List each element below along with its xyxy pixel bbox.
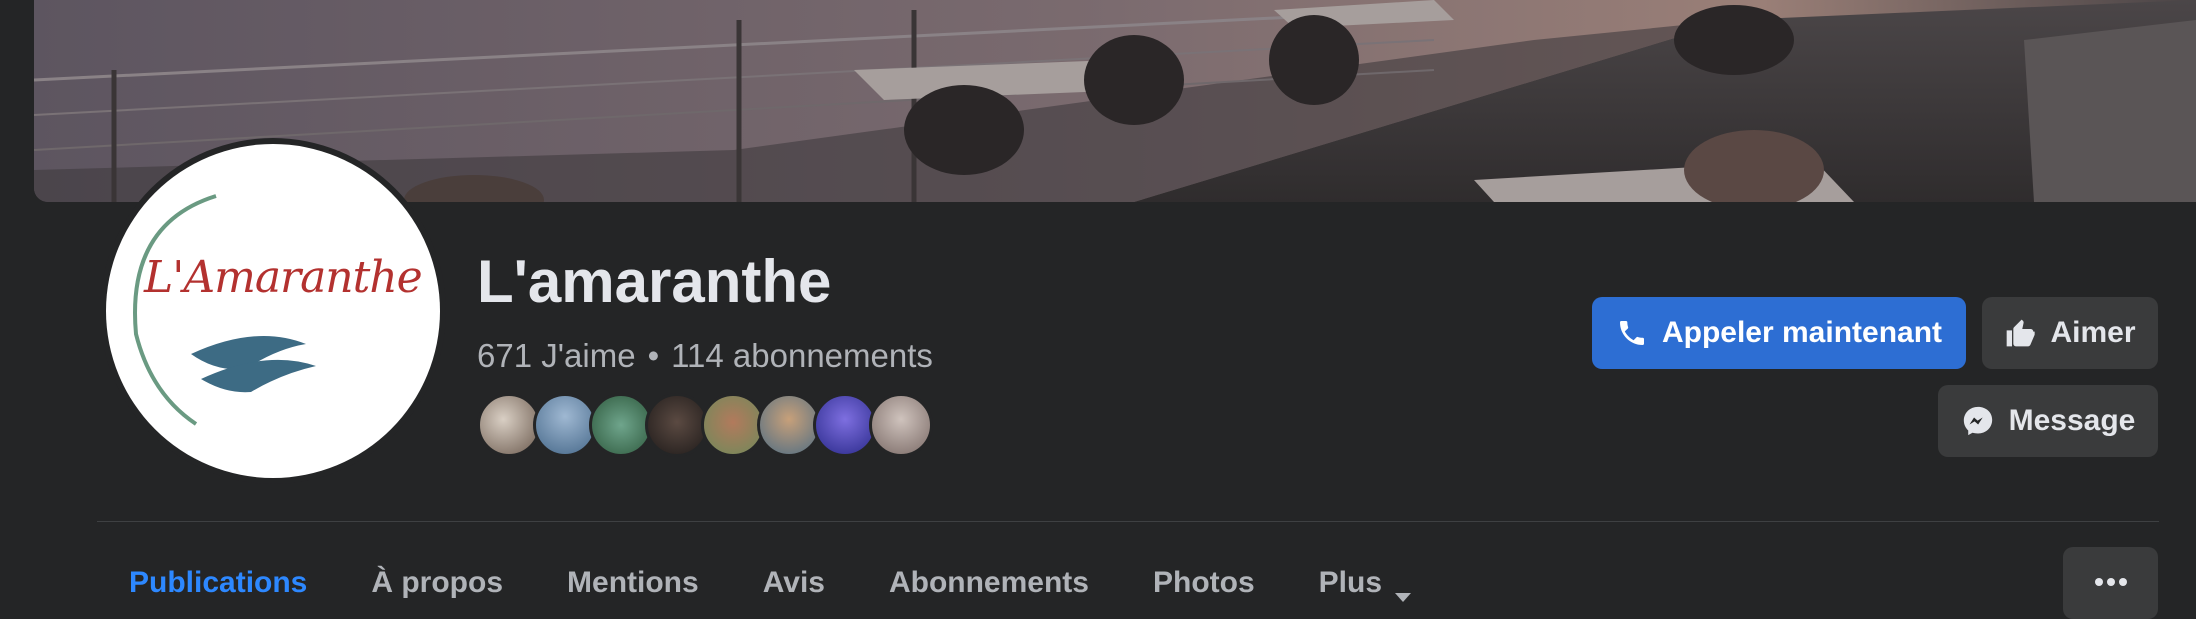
section-divider — [97, 521, 2159, 522]
friend-avatar[interactable] — [869, 393, 933, 457]
logo-wordmark: L'Amaranthe — [144, 252, 423, 303]
like-button[interactable]: Aimer — [1982, 297, 2158, 369]
tab-reviews[interactable]: Avis — [731, 540, 857, 614]
friend-avatar[interactable] — [813, 393, 877, 457]
call-now-label: Appeler maintenant — [1661, 316, 1943, 349]
thumbs-up-icon — [2004, 317, 2036, 349]
messenger-icon — [1961, 404, 1995, 438]
friend-avatar[interactable] — [757, 393, 821, 457]
phone-icon — [1616, 317, 1648, 349]
tab-publications[interactable]: Publications — [97, 540, 339, 614]
friend-avatar[interactable] — [533, 393, 597, 457]
stats-separator: • — [647, 337, 660, 374]
message-button[interactable]: Message — [1938, 385, 2158, 457]
caret-down-icon — [1394, 578, 1412, 612]
page-profile-picture[interactable]: L'Amaranthe — [106, 144, 440, 478]
tab-photos[interactable]: Photos — [1121, 540, 1287, 614]
page-tabs: Publications À propos Mentions Avis Abon… — [97, 540, 1444, 614]
likes-count[interactable]: 671 J'aime — [477, 337, 636, 375]
tab-more-label: Plus — [1318, 566, 1383, 599]
page-title: L'amaranthe — [477, 248, 832, 315]
friends-avatars — [477, 393, 933, 457]
friend-avatar[interactable] — [477, 393, 541, 457]
tab-more[interactable]: Plus — [1287, 540, 1444, 614]
like-label: Aimer — [2050, 316, 2136, 349]
call-now-button[interactable]: Appeler maintenant — [1592, 297, 1966, 369]
tab-followers[interactable]: Abonnements — [857, 540, 1121, 614]
friend-avatar[interactable] — [589, 393, 653, 457]
friend-avatar[interactable] — [645, 393, 709, 457]
more-options-icon — [2094, 574, 2128, 592]
logo-swoosh-icon — [133, 194, 316, 426]
followers-count[interactable]: 114 abonnements — [671, 337, 933, 375]
tab-mentions[interactable]: Mentions — [535, 540, 731, 614]
more-options-button[interactable] — [2063, 547, 2158, 619]
message-label: Message — [2008, 404, 2136, 437]
friend-avatar[interactable] — [701, 393, 765, 457]
tab-about[interactable]: À propos — [339, 540, 535, 614]
page-stats: 671 J'aime • 114 abonnements — [477, 337, 933, 375]
